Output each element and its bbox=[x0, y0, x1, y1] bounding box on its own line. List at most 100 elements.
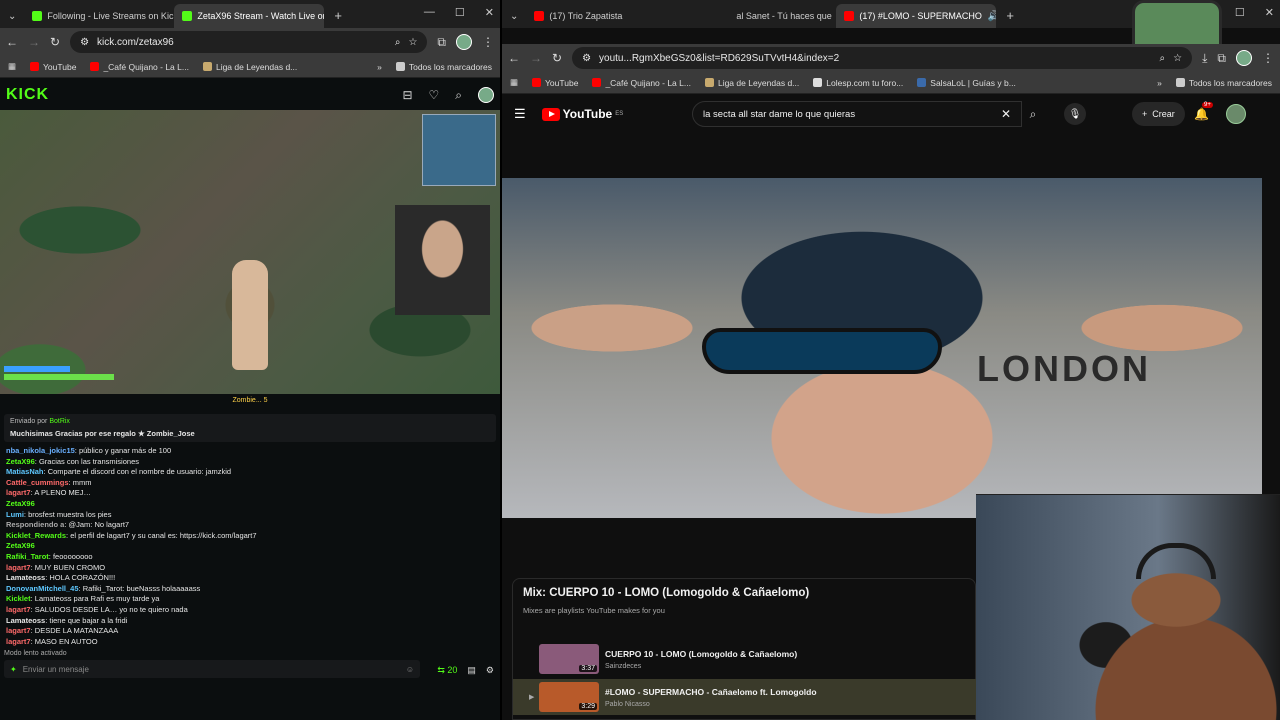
chat-username[interactable]: ZetaX96 bbox=[6, 499, 35, 508]
address-bar[interactable]: ⚙ kick.com/zetax96 ⌕ ☆ bbox=[70, 31, 428, 53]
chat-username[interactable]: Respondiendo a bbox=[6, 520, 64, 529]
stream-video[interactable] bbox=[0, 110, 500, 394]
search-icon[interactable]: ⌕ bbox=[455, 88, 462, 103]
minimize-icon[interactable]: — bbox=[424, 6, 435, 19]
chat-username[interactable]: Kicklet bbox=[6, 594, 31, 603]
chat-username[interactable]: DonovanMitchell_45 bbox=[6, 584, 79, 593]
reload-icon[interactable]: ↻ bbox=[552, 51, 562, 65]
tab-search-icon[interactable]: ⌄ bbox=[502, 11, 526, 28]
site-info-icon[interactable]: ⚙ bbox=[80, 37, 89, 48]
new-tab-icon[interactable]: + bbox=[996, 8, 1024, 28]
bookmark-youtube[interactable]: YouTube bbox=[30, 62, 76, 72]
apps-icon[interactable]: ▦ bbox=[8, 61, 16, 72]
zoom-icon[interactable]: ⌕ bbox=[1160, 53, 1166, 64]
all-bookmarks-folder[interactable]: Todos los marcadores bbox=[1175, 78, 1272, 88]
tab-sanet[interactable]: al Sanet - Tú haces que ✕ bbox=[636, 4, 836, 28]
close-window-icon[interactable]: ✕ bbox=[1265, 6, 1274, 19]
tab-lomo-supermacho[interactable]: (17) #LOMO - SUPERMACHO 🔊 ✕ bbox=[836, 4, 997, 28]
back-icon[interactable]: ← bbox=[6, 35, 18, 49]
download-icon[interactable]: ⤓ bbox=[1202, 51, 1207, 66]
chat-input[interactable]: ✦ Enviar un mensaje ☺ bbox=[4, 660, 420, 678]
chat-username[interactable]: lagart7 bbox=[6, 488, 31, 497]
address-bar[interactable]: ⚙ youtu...RgmXbeGSz0&list=RD629SuTVvtH4&… bbox=[572, 47, 1193, 69]
audio-icon[interactable]: 🔊 bbox=[988, 11, 996, 22]
tab-following[interactable]: Following - Live Streams on Kick ✕ bbox=[24, 4, 174, 28]
forward-icon[interactable]: → bbox=[28, 35, 40, 49]
bookmark-lolesp[interactable]: Lolesp.com tu foro... bbox=[813, 78, 903, 88]
bookmark-star-icon[interactable]: ☆ bbox=[1173, 53, 1182, 64]
region-label: ES bbox=[615, 111, 624, 117]
apps-icon[interactable]: ▦ bbox=[510, 77, 518, 88]
emote-icon[interactable]: ✦ bbox=[10, 665, 17, 674]
chat-username[interactable]: lagart7 bbox=[6, 563, 31, 572]
bookmark-salsalol[interactable]: SalsaLoL | Guías y b... bbox=[917, 78, 1016, 88]
menu-icon[interactable]: ⋮ bbox=[1262, 51, 1274, 65]
search-icon[interactable]: ⌕ bbox=[1022, 101, 1044, 127]
chat-message: lagart7: SALUDOS DESDE LA… yo no te quie… bbox=[6, 605, 494, 616]
chat-username[interactable]: nba_nikola_jokic15 bbox=[6, 446, 75, 455]
user-avatar[interactable] bbox=[478, 87, 494, 103]
kick-logo[interactable]: KICK bbox=[6, 86, 49, 104]
tab-search-icon[interactable]: ⌄ bbox=[0, 11, 24, 28]
chat-username[interactable]: ZetaX96 bbox=[6, 541, 35, 550]
zoom-icon[interactable]: ⌕ bbox=[395, 37, 401, 48]
extensions-icon[interactable]: ⧉ bbox=[1217, 51, 1226, 66]
more-bookmarks-icon[interactable]: » bbox=[1157, 78, 1162, 88]
all-bookmarks-folder[interactable]: Todos los marcadores bbox=[395, 62, 492, 72]
forward-icon[interactable]: → bbox=[530, 51, 542, 65]
new-tab-icon[interactable]: + bbox=[324, 8, 352, 28]
search-input[interactable]: la secta all star dame lo que quieras ✕ bbox=[692, 101, 1022, 127]
profile-avatar[interactable] bbox=[456, 34, 472, 50]
site-info-icon[interactable]: ⚙ bbox=[582, 53, 591, 64]
tab-trio-zapatista[interactable]: (17) Trio Zapatista bbox=[526, 4, 636, 28]
playlist-item[interactable]: 3:37 CUERPO 10 - LOMO (Lomogoldo & Cañae… bbox=[513, 641, 977, 677]
chat-username[interactable]: lagart7 bbox=[6, 626, 31, 635]
heart-icon[interactable]: ♡ bbox=[429, 88, 440, 102]
clear-search-icon[interactable]: ✕ bbox=[1001, 107, 1011, 121]
chat-username[interactable]: Lamateoss bbox=[6, 616, 45, 625]
bookmark-cafe-quijano[interactable]: _Café Quijano - La L... bbox=[90, 62, 189, 72]
gear-icon[interactable]: ⚙ bbox=[486, 665, 494, 676]
tab-zetax96[interactable]: ZetaX96 Stream - Watch Live on Kick ✕ bbox=[174, 4, 325, 28]
account-avatar[interactable] bbox=[1226, 104, 1246, 124]
menu-icon[interactable]: ⋮ bbox=[482, 35, 494, 49]
chat-username[interactable]: Cattle_cummings bbox=[6, 478, 69, 487]
game-character bbox=[232, 260, 268, 370]
hamburger-menu-icon[interactable]: ☰ bbox=[514, 106, 526, 122]
chat-username[interactable]: Kicklet_Rewards bbox=[6, 531, 66, 540]
chat-username[interactable]: Lamateoss bbox=[6, 573, 45, 582]
reload-icon[interactable]: ↻ bbox=[50, 35, 60, 49]
tab-label: al Sanet - Tú haces que bbox=[736, 11, 832, 21]
bookmark-youtube[interactable]: YouTube bbox=[532, 78, 578, 88]
chat-username[interactable]: ZetaX96 bbox=[6, 457, 35, 466]
bell-icon[interactable]: 🔔 bbox=[1194, 107, 1209, 121]
chat-text: Lamateoss para Rafi es muy tarde ya bbox=[34, 594, 160, 604]
bookmark-cafe-quijano[interactable]: _Café Quijano - La L... bbox=[592, 78, 691, 88]
bookmark-liga-leyendas[interactable]: Liga de Leyendas d... bbox=[202, 62, 297, 72]
bookmark-liga-leyendas[interactable]: Liga de Leyendas d... bbox=[704, 78, 799, 88]
youtube-logo[interactable]: YouTube ES bbox=[541, 107, 624, 121]
video-player[interactable]: LONDON bbox=[502, 178, 1262, 518]
microphone-icon[interactable]: 🎙 bbox=[1064, 103, 1086, 125]
emoji-icon[interactable]: ☺ bbox=[406, 665, 414, 674]
chat-settings-icon[interactable]: ▤ bbox=[467, 665, 476, 676]
more-bookmarks-icon[interactable]: » bbox=[377, 62, 382, 72]
chat-username[interactable]: lagart7 bbox=[6, 637, 31, 646]
create-button[interactable]: + Crear bbox=[1132, 102, 1185, 126]
chat-username[interactable]: Rafiki_Tarot bbox=[6, 552, 49, 561]
pinned-user[interactable]: BotRix bbox=[49, 418, 70, 425]
back-icon[interactable]: ← bbox=[508, 51, 520, 65]
profile-avatar[interactable] bbox=[1236, 50, 1252, 66]
store-icon[interactable]: ⊟ bbox=[402, 88, 412, 102]
playlist-title[interactable]: Mix: CUERPO 10 - LOMO (Lomogoldo & Cañae… bbox=[523, 587, 809, 599]
maximize-icon[interactable]: ☐ bbox=[455, 6, 465, 19]
extensions-icon[interactable]: ⧉ bbox=[437, 35, 446, 50]
playlist-item-current[interactable]: ▶ 3:29 #LOMO - SUPERMACHO - Cañaelomo ft… bbox=[513, 679, 977, 715]
chat-username[interactable]: MatiasNah bbox=[6, 467, 44, 476]
channel-points[interactable]: ⇆ 20 bbox=[437, 665, 457, 676]
close-window-icon[interactable]: ✕ bbox=[485, 6, 494, 19]
chat-username[interactable]: Lumi bbox=[6, 510, 24, 519]
maximize-icon[interactable]: ☐ bbox=[1235, 6, 1245, 19]
chat-username[interactable]: lagart7 bbox=[6, 605, 31, 614]
bookmark-star-icon[interactable]: ☆ bbox=[408, 37, 417, 48]
